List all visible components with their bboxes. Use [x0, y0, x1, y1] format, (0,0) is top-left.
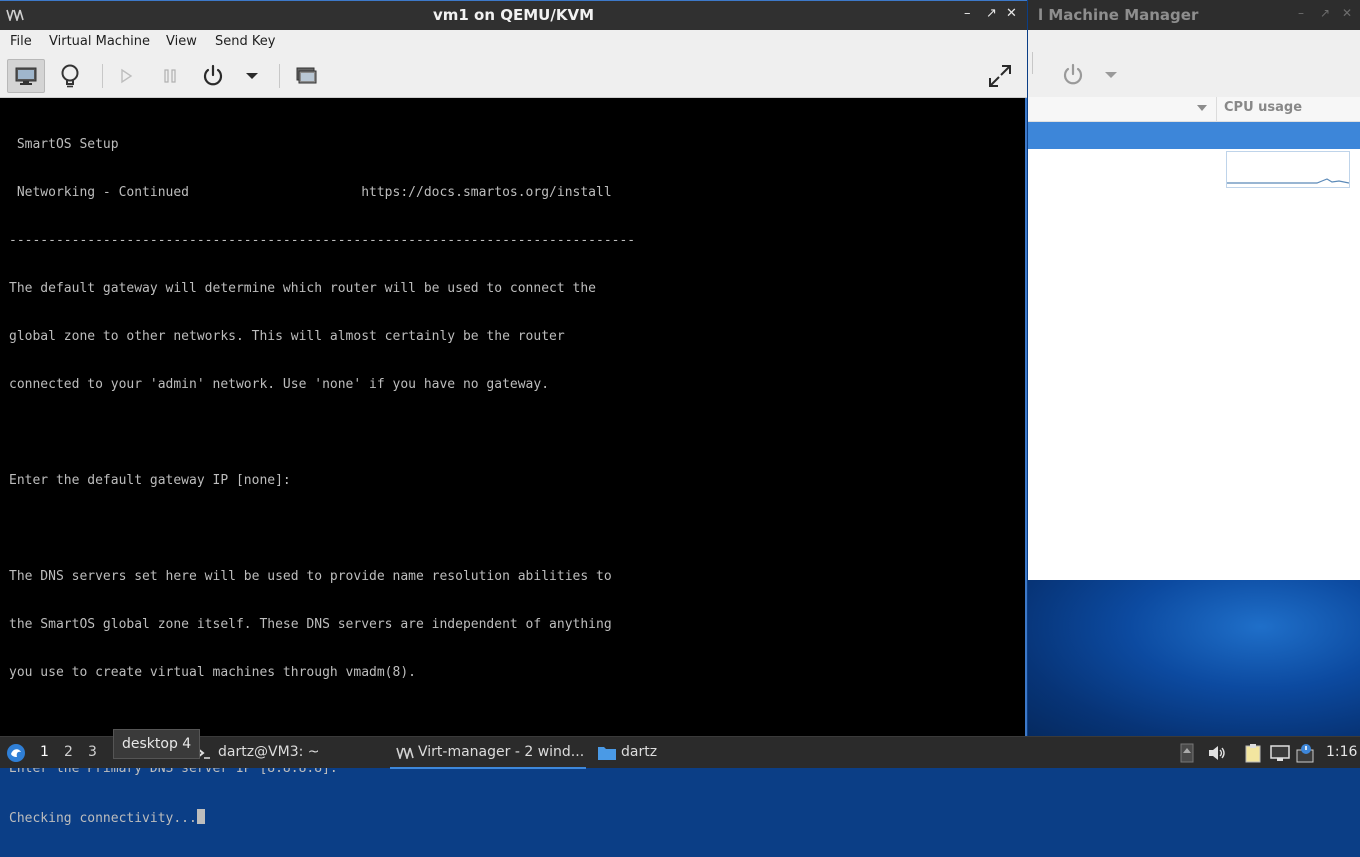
- fullscreen-button[interactable]: [981, 59, 1019, 93]
- console-line: global zone to other networks. This will…: [9, 329, 565, 344]
- console-prompt-line: Checking connectivity...: [9, 809, 635, 826]
- maximize-icon[interactable]: ↗: [1320, 6, 1330, 20]
- console-status-text: Checking connectivity...: [9, 811, 197, 826]
- console-line: The default gateway will determine which…: [9, 281, 596, 296]
- console-line: Networking - Continued https://docs.smar…: [9, 185, 612, 200]
- show-console-button[interactable]: [7, 59, 45, 93]
- dropdown-arrow-icon: [246, 73, 258, 79]
- dropdown-arrow-icon[interactable]: [1104, 70, 1118, 80]
- vm-window-titlebar[interactable]: vm1 on QEMU/KVM – ↗ ✕: [0, 0, 1027, 30]
- folder-icon: [598, 747, 616, 760]
- text-cursor: [196, 809, 205, 824]
- virt-manager-titlebar[interactable]: l Machine Manager – ↗ ✕: [1028, 0, 1360, 30]
- virt-manager-task-icon: [396, 747, 414, 759]
- workspace-3[interactable]: 3: [88, 744, 97, 760]
- console-icon: [15, 67, 37, 85]
- virt-manager-title: l Machine Manager: [1038, 6, 1199, 24]
- run-icon: [121, 68, 133, 84]
- vm-console-window[interactable]: vm1 on QEMU/KVM – ↗ ✕ File Virtual Machi…: [0, 0, 1027, 826]
- console-line: ----------------------------------------…: [9, 233, 636, 248]
- minimize-icon[interactable]: –: [1298, 6, 1304, 20]
- virt-manager-toolbar: [1028, 30, 1360, 98]
- snapshots-button[interactable]: [287, 59, 325, 93]
- workspace-tooltip: desktop 4: [113, 729, 201, 759]
- show-details-button[interactable]: [51, 59, 89, 93]
- cpu-usage-sparkline: [1226, 151, 1350, 188]
- desktop-wallpaper: [1028, 580, 1360, 736]
- fullscreen-icon: [989, 65, 1011, 87]
- console-line: you use to create virtual machines throu…: [9, 665, 416, 680]
- vm-list-row-selected[interactable]: [1028, 122, 1360, 149]
- sort-arrow-icon[interactable]: [1196, 103, 1208, 113]
- clock[interactable]: 1:16: [1326, 744, 1357, 760]
- snapshots-icon: [296, 67, 317, 84]
- shutdown-button[interactable]: [194, 59, 232, 93]
- console-line: SmartOS Setup: [9, 137, 119, 152]
- clipboard-icon[interactable]: [1243, 743, 1263, 763]
- menu-file[interactable]: File: [10, 34, 32, 49]
- menu-virtual-machine[interactable]: Virtual Machine: [49, 34, 150, 49]
- toolbar-separator: [1032, 52, 1033, 74]
- taskbar: 1 2 3 dartz@VM3: ~ Virt-manager - 2 wind…: [0, 736, 1360, 769]
- pause-button[interactable]: [151, 59, 189, 93]
- cpu-usage-column-header[interactable]: CPU usage: [1224, 100, 1302, 115]
- power-icon: [203, 64, 223, 86]
- run-button[interactable]: [107, 59, 145, 93]
- toolbar-separator: [102, 64, 103, 88]
- pause-icon: [164, 69, 176, 83]
- maximize-icon[interactable]: ↗: [986, 6, 997, 21]
- vm-console-display[interactable]: SmartOS Setup Networking - Continued htt…: [2, 98, 1025, 826]
- console-line: The DNS servers set here will be used to…: [9, 569, 612, 584]
- menu-view[interactable]: View: [166, 34, 197, 49]
- menubar: File Virtual Machine View Send Key: [0, 30, 1027, 56]
- workspace-2[interactable]: 2: [64, 744, 73, 760]
- task-file-manager[interactable]: dartz: [621, 744, 657, 760]
- console-line: the SmartOS global zone itself. These DN…: [9, 617, 612, 632]
- scroll-up-icon[interactable]: [1180, 743, 1194, 763]
- start-menu-icon[interactable]: [5, 742, 27, 764]
- column-separator: [1216, 97, 1217, 121]
- shutdown-menu-button[interactable]: [233, 59, 271, 93]
- close-icon[interactable]: ✕: [1342, 6, 1352, 20]
- task-virt-manager[interactable]: Virt-manager - 2 wind...: [418, 744, 584, 760]
- toolbar-separator: [279, 64, 280, 88]
- workspace-1[interactable]: 1: [40, 744, 49, 760]
- vm-list-header[interactable]: CPU usage: [1028, 97, 1360, 122]
- virt-manager-window[interactable]: l Machine Manager – ↗ ✕ CPU usage: [1028, 0, 1360, 580]
- console-line: connected to your 'admin' network. Use '…: [9, 377, 550, 392]
- details-icon: [61, 64, 79, 88]
- notification-icon[interactable]: [1296, 743, 1316, 763]
- console-line: Enter the default gateway IP [none]:: [9, 473, 291, 488]
- vm-window-title: vm1 on QEMU/KVM: [432, 6, 594, 24]
- task-terminal[interactable]: dartz@VM3: ~: [218, 744, 320, 760]
- active-task-indicator: [390, 767, 586, 769]
- power-icon[interactable]: [1060, 62, 1086, 88]
- volume-icon[interactable]: [1207, 743, 1227, 763]
- network-icon[interactable]: [1270, 743, 1290, 763]
- vm-toolbar: [0, 55, 1027, 98]
- minimize-icon[interactable]: –: [964, 6, 971, 21]
- menu-send-key[interactable]: Send Key: [215, 34, 275, 49]
- close-icon[interactable]: ✕: [1006, 6, 1017, 21]
- cpu-sparkline-graph: [1227, 178, 1350, 184]
